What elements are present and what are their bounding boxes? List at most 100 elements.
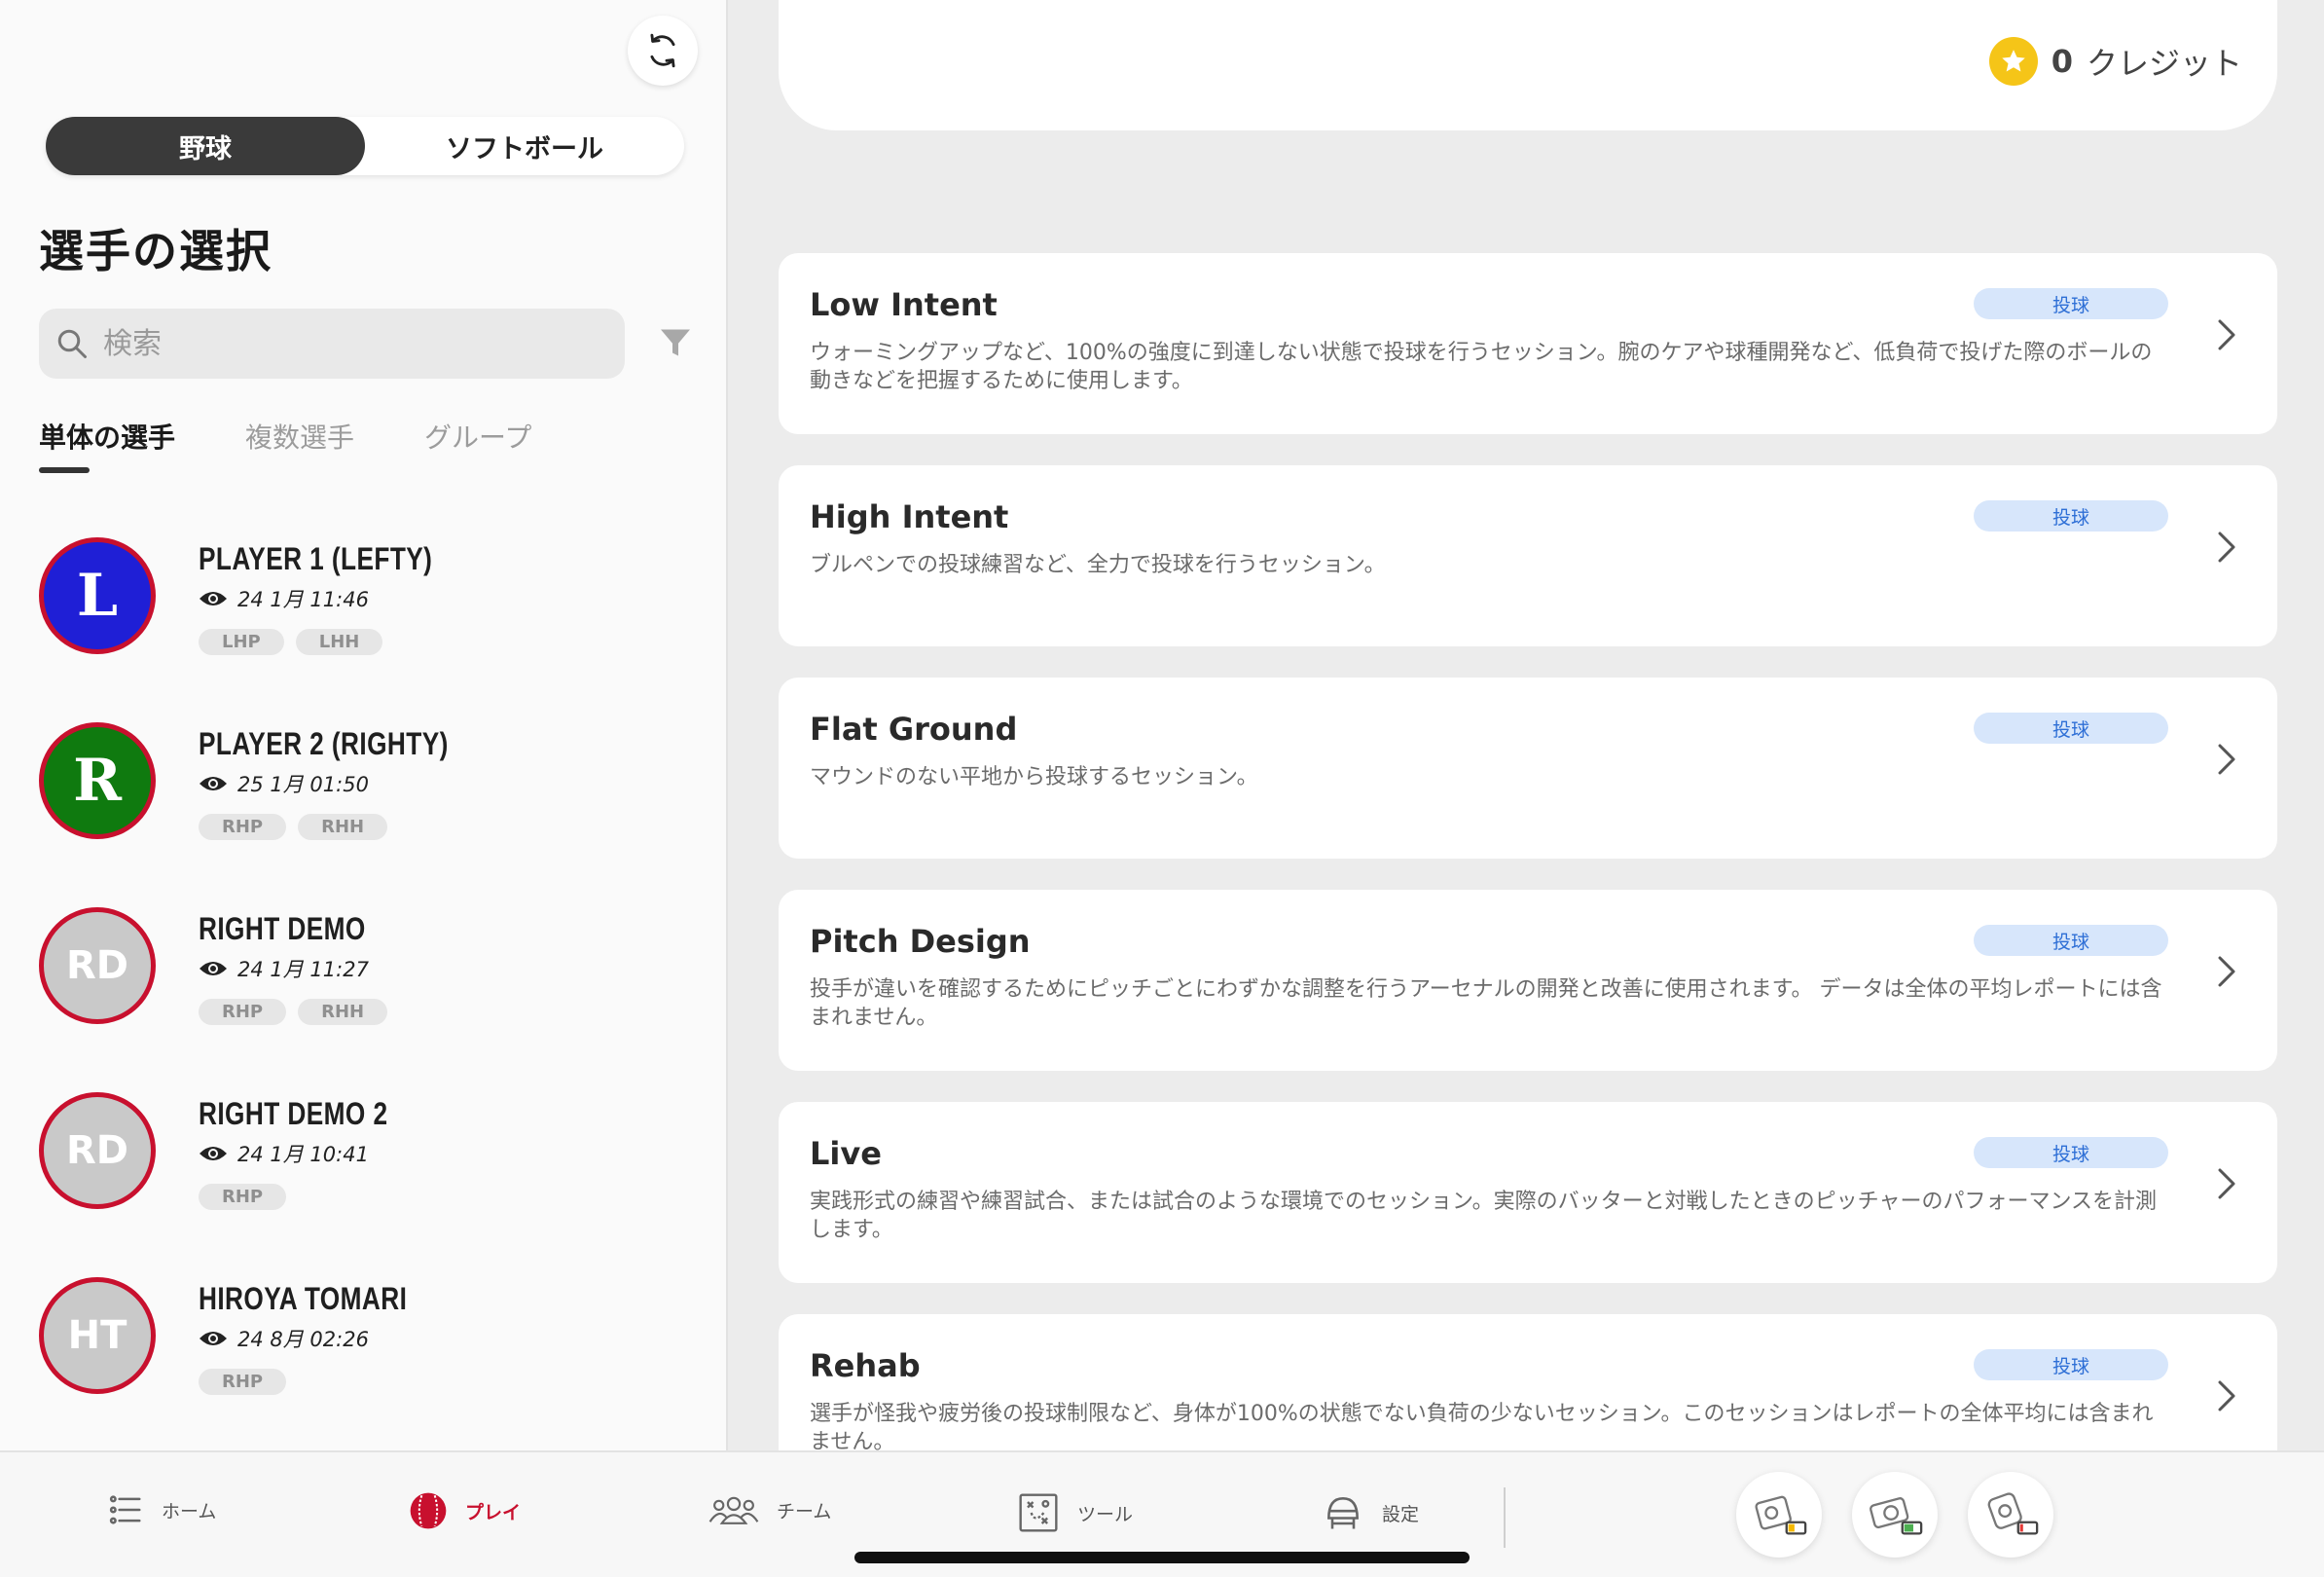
eye-icon	[200, 962, 227, 975]
avatar: L	[39, 537, 156, 654]
sport-option-softball[interactable]: ソフトボール	[365, 117, 684, 175]
refresh-button[interactable]	[628, 16, 698, 86]
battery-fill	[2019, 1523, 2023, 1532]
nav-item-settings[interactable]: 設定	[1322, 1491, 1419, 1534]
player-row[interactable]: L PLAYER 1 (LEFTY) 24 1月 11:46 LHP LHH	[0, 526, 726, 711]
search-box	[39, 309, 625, 379]
session-category-badge: 投球	[1974, 1137, 2168, 1168]
device-status-radar[interactable]	[1852, 1472, 1938, 1558]
team-icon	[708, 1496, 759, 1524]
player-row[interactable]: HT HIROYA TOMARI 24 8月 02:26 RHP	[0, 1265, 726, 1450]
credits-label: クレジット	[2086, 45, 2242, 82]
session-card-live[interactable]: Live 投球 実践形式の練習や練習試合、または試合のような環境でのセッション。…	[779, 1102, 2277, 1283]
player-last-seen: 24 1月 11:46	[199, 584, 369, 613]
eye-icon	[200, 1147, 227, 1160]
player-row[interactable]: RD RIGHT DEMO 24 1月 11:27 RHP RHH	[0, 896, 726, 1081]
session-title: Live	[810, 1135, 882, 1172]
eye-icon	[200, 592, 227, 605]
helmet-icon	[1327, 1497, 1359, 1529]
search-input[interactable]	[103, 326, 590, 361]
player-last-seen: 24 8月 02:26	[199, 1324, 369, 1353]
player-row[interactable]: RD RIGHT DEMO 2 24 1月 10:41 RHP	[0, 1081, 726, 1265]
session-description: ブルペンでの投球練習など、全力で投球を行うセッション。	[810, 553, 1386, 577]
player-last-seen: 25 1月 01:50	[199, 769, 369, 798]
nav-label: ツール	[1077, 1503, 1134, 1525]
tag-badge: RHH	[298, 999, 388, 1025]
session-title: Rehab	[810, 1347, 921, 1384]
tag-badge: RHH	[298, 814, 388, 840]
credits-display[interactable]: 0 クレジット	[1988, 37, 2242, 86]
session-category-badge: 投球	[1974, 1349, 2168, 1380]
refresh-icon	[650, 33, 675, 68]
session-category-badge: 投球	[1974, 500, 2168, 532]
player-last-seen: 24 1月 10:41	[199, 1139, 369, 1168]
tab-multiple-players[interactable]: 複数選手	[245, 417, 354, 473]
tag-badge: RHP	[199, 814, 287, 840]
nav-item-play[interactable]: プレイ	[409, 1491, 521, 1530]
session-card-high-intent[interactable]: High Intent 投球 ブルペンでの投球練習など、全力で投球を行うセッショ…	[779, 465, 2277, 646]
battery-fill	[1788, 1523, 1795, 1532]
session-description: マウンドのない平地から投球するセッション。	[810, 765, 1258, 789]
nav-label: 設定	[1382, 1503, 1420, 1525]
player-tags: RHP	[199, 1369, 287, 1395]
session-description: ウォーミングアップなど、100%の強度に到達しない状態で投球を行うセッション。腕…	[810, 341, 2153, 393]
tab-single-player[interactable]: 単体の選手	[39, 417, 175, 473]
sport-option-baseball[interactable]: 野球	[46, 117, 365, 175]
player-mode-tabs: 単体の選手 複数選手 グループ	[39, 417, 531, 473]
player-name: RIGHT DEMO	[199, 911, 366, 946]
last-seen-time: 24 8月 02:26	[237, 1328, 369, 1351]
session-title: Pitch Design	[810, 923, 1031, 960]
nav-item-team[interactable]: チーム	[708, 1491, 831, 1528]
session-description: 実践形式の練習や練習試合、または試合のような環境でのセッション。実際のバッターと…	[810, 1190, 2158, 1242]
session-title: Flat Ground	[810, 711, 1018, 748]
last-seen-time: 24 1月 11:27	[237, 958, 369, 981]
session-category-badge: 投球	[1974, 713, 2168, 744]
tag-badge: LHP	[199, 629, 284, 655]
tab-group[interactable]: グループ	[424, 417, 531, 473]
list-icon	[109, 1495, 141, 1524]
player-tags: LHP LHH	[199, 629, 383, 655]
tag-badge: RHP	[199, 999, 287, 1025]
player-row[interactable]: R PLAYER 2 (RIGHTY) 25 1月 01:50 RHP RHH	[0, 711, 726, 896]
player-name: PLAYER 2 (RIGHTY)	[199, 726, 449, 761]
nav-item-home[interactable]: ホーム	[107, 1491, 216, 1528]
last-seen-time: 24 1月 10:41	[237, 1143, 369, 1166]
session-description: 選手が怪我や疲労後の投球制限など、身体が100%の状態でない負荷の少ないセッショ…	[810, 1402, 2154, 1450]
session-card-low-intent[interactable]: Low Intent 投球 ウォーミングアップなど、100%の強度に到達しない状…	[779, 253, 2277, 434]
player-list: L PLAYER 1 (LEFTY) 24 1月 11:46 LHP LHH R…	[0, 526, 726, 1450]
player-name: PLAYER 1 (LEFTY)	[199, 541, 433, 576]
avatar: RD	[39, 907, 156, 1024]
search-icon	[57, 329, 87, 358]
device-status-tracker[interactable]	[1968, 1472, 2053, 1558]
session-title: Low Intent	[810, 286, 998, 323]
home-indicator[interactable]	[854, 1552, 1470, 1563]
player-name: HIROYA TOMARI	[199, 1281, 408, 1316]
session-description: 投手が違いを確認するためにピッチごとにわずかな調整を行うアーセナルの開発と改善に…	[810, 977, 2162, 1030]
filter-button[interactable]	[654, 321, 697, 364]
player-tags: RHP RHH	[199, 814, 388, 840]
player-name: RIGHT DEMO 2	[199, 1096, 388, 1131]
camera-device-icon	[1755, 1495, 1807, 1535]
last-seen-time: 25 1月 01:50	[237, 773, 369, 796]
eye-icon	[200, 1332, 227, 1345]
session-title: High Intent	[810, 498, 1009, 535]
credits-header: 0 クレジット	[779, 0, 2277, 130]
player-last-seen: 24 1月 11:27	[199, 954, 369, 983]
last-seen-time: 24 1月 11:46	[237, 588, 369, 611]
nav-item-tools[interactable]: ツール	[1017, 1491, 1133, 1534]
session-card-rehab[interactable]: Rehab 投球 選手が怪我や疲労後の投球制限など、身体が100%の状態でない負…	[779, 1314, 2277, 1450]
avatar: R	[39, 722, 156, 839]
device-status-camera[interactable]	[1736, 1472, 1822, 1558]
chevron-right-icon	[2209, 1155, 2244, 1213]
battery-fill	[1904, 1523, 1913, 1532]
tracker-device-icon	[1987, 1492, 2039, 1535]
radar-device-icon	[1870, 1497, 1923, 1535]
session-card-pitch-design[interactable]: Pitch Design 投球 投手が違いを確認するためにピッチごとにわずかな調…	[779, 890, 2277, 1071]
nav-label: プレイ	[465, 1501, 522, 1523]
session-card-flat-ground[interactable]: Flat Ground 投球 マウンドのない平地から投球するセッション。	[779, 678, 2277, 859]
avatar: HT	[39, 1277, 156, 1394]
star-coin-icon	[1988, 37, 2038, 86]
chevron-right-icon	[2209, 730, 2244, 788]
tag-badge: RHP	[199, 1369, 287, 1395]
credits-value: 0	[2051, 43, 2073, 80]
